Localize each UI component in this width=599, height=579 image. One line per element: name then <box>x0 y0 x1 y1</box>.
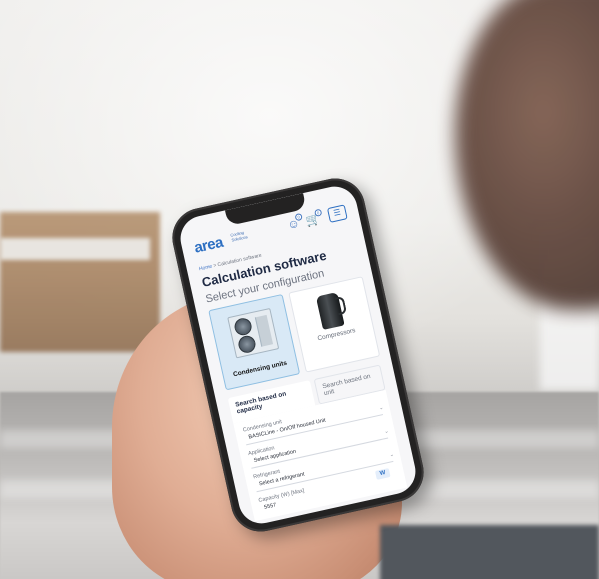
brand-tagline: Cooling Solutions <box>229 229 249 243</box>
cart-count: 0 <box>314 208 323 217</box>
chevron-down-icon[interactable]: ⌄ <box>389 452 394 459</box>
breadcrumb-home[interactable]: Home <box>198 264 212 273</box>
menu-icon[interactable]: ☰ <box>326 204 348 223</box>
capacity-input[interactable]: 5557 <box>264 502 277 511</box>
card-compressors[interactable]: Compressors <box>288 276 381 373</box>
blurred-shelf <box>0 212 160 352</box>
chevron-down-icon[interactable]: ⌄ <box>379 405 384 412</box>
card-label: Condensing units <box>232 359 288 379</box>
condensing-unit-image <box>227 307 280 359</box>
capacity-unit: W <box>374 468 391 480</box>
brand-logo[interactable]: area <box>193 234 225 257</box>
fan-icon <box>232 316 254 337</box>
unit-panel <box>254 314 274 347</box>
user-badge: 0 <box>294 212 303 222</box>
blurred-counter <box>0 238 150 260</box>
sleeve <box>380 525 599 579</box>
photo-background: area Cooling Solutions ☺ 0 🛒 0 ☰ Home > Ca… <box>0 0 599 579</box>
cart-icon[interactable]: 🛒 0 <box>303 208 323 229</box>
fan-icon <box>236 334 258 355</box>
user-icon[interactable]: ☺ 0 <box>284 212 303 233</box>
chevron-down-icon[interactable]: ⌄ <box>384 428 389 435</box>
card-condensing-units[interactable]: Condensing units <box>208 293 301 391</box>
